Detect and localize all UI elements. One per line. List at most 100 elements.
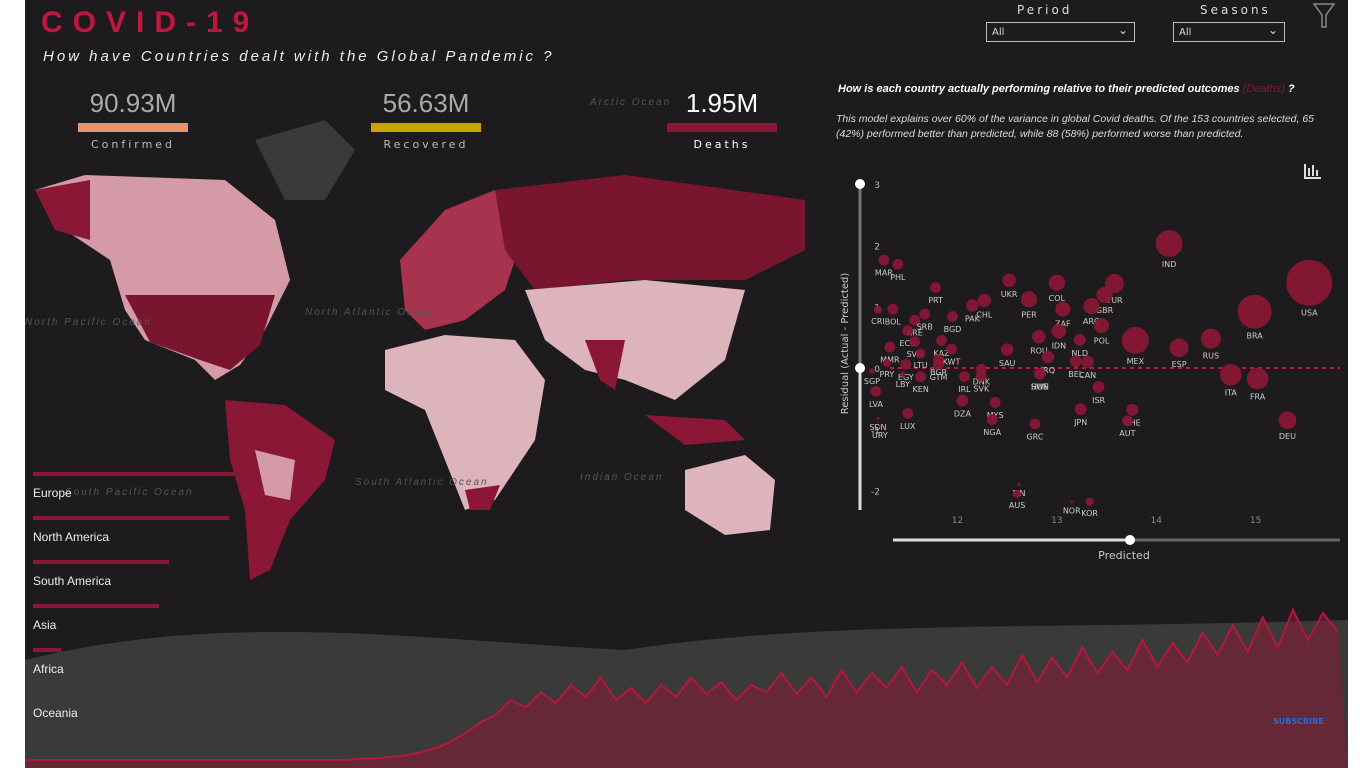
bubble-gtm[interactable] [933,358,944,370]
bubble-gbr[interactable] [1096,286,1113,304]
bubble-cri[interactable] [873,305,882,314]
bubble-nor[interactable] [1070,500,1074,504]
bubble-ecu[interactable] [902,325,914,337]
legend-item-europe[interactable]: Europe [33,472,246,500]
bubble-kaz[interactable] [936,335,947,346]
bubble-ukr[interactable] [1002,273,1016,288]
bubble-label: SAU [999,359,1016,368]
bubble-fra[interactable] [1246,367,1269,390]
funnel-icon[interactable] [1313,3,1335,29]
bubble-can[interactable] [1081,355,1094,369]
bubble-rus[interactable] [1200,328,1221,349]
bubble-nld[interactable] [1073,333,1086,346]
bubble-mys[interactable] [989,396,1001,408]
bubble-label: KEN [913,385,929,394]
bubble-kor[interactable] [1085,497,1094,506]
question-text: How is each country actually performing … [838,83,1240,95]
seasons-dropdown[interactable]: All ⌄ [1173,22,1285,42]
legend-item-africa[interactable]: Africa [33,648,64,676]
legend-label: Oceania [33,706,78,720]
bubble-grc[interactable] [1029,418,1041,430]
x-tick-label: 12 [952,516,963,526]
bubble-nga[interactable] [986,414,998,425]
bubble-svn[interactable] [909,336,921,348]
bubble-ltu[interactable] [915,348,926,359]
bubble-deu[interactable] [1278,411,1297,430]
bubble-zaf[interactable] [1055,301,1071,317]
bubble-che[interactable] [1126,403,1139,416]
bubble-lby[interactable] [900,371,906,377]
kpi-bar [667,123,777,132]
bubble-hun[interactable] [1035,369,1045,380]
bubble-ury[interactable] [878,424,882,428]
bubble-mar[interactable] [878,254,890,266]
bubble-prt[interactable] [930,282,941,294]
bubble-chl[interactable] [977,293,992,308]
period-dropdown[interactable]: All ⌄ [986,22,1135,42]
bubble-svk[interactable] [975,370,987,382]
bubble-rou[interactable] [1032,330,1046,344]
bubble-lux[interactable] [902,408,914,419]
timeline-area-chart: SUBSCRIBE [25,607,1348,768]
bubble-bgd[interactable] [947,311,958,322]
bubble-sgp[interactable] [869,368,875,374]
bubble-irq[interactable] [1041,350,1055,364]
bubble-bel[interactable] [1069,355,1082,368]
bubble-lva[interactable] [870,385,882,397]
bubble-phl[interactable] [892,258,904,270]
bubble-mex[interactable] [1121,326,1149,354]
bubble-label: AUT [1119,429,1135,438]
x-tick-label: 13 [1051,516,1062,526]
seasons-value: All [1179,27,1192,38]
bubble-dza[interactable] [956,394,969,407]
legend-item-oceania[interactable]: Oceania [33,692,78,720]
bubble-usa[interactable] [1286,259,1333,306]
bubble-idn[interactable] [1051,323,1067,339]
bubble-arg[interactable] [1083,297,1100,315]
bubble-ken[interactable] [915,371,927,383]
legend-label: Africa [33,662,64,676]
legend-item-north-america[interactable]: North America [33,516,229,544]
bubble-aus[interactable] [1013,489,1022,498]
bubble-sau[interactable] [1000,343,1014,356]
bubble-aut[interactable] [1122,415,1133,427]
bubble-srb[interactable] [919,308,931,320]
panel-question: How is each country actually performing … [838,83,1295,95]
bubble-esp[interactable] [1169,338,1189,358]
page-title: COVID-19 [41,6,260,39]
x-axis-label: Predicted [1098,549,1150,562]
period-value: All [992,27,1005,38]
world-map[interactable]: Arctic Ocean North Atlantic Ocean North … [25,80,815,590]
bubble-bol[interactable] [887,303,899,315]
legend-item-south-america[interactable]: South America [33,560,170,588]
x-tick-label: 15 [1250,516,1261,526]
residual-scatter-chart[interactable]: Residual (Actual - Predicted)-2-10123121… [820,170,1340,570]
period-label: Period [1017,3,1073,17]
bubble-irl[interactable] [959,371,970,383]
bubble-col[interactable] [1048,274,1065,291]
bubble-pol[interactable] [1094,318,1110,334]
y-slider-handle[interactable] [855,179,865,189]
bubble-ind[interactable] [1155,230,1183,258]
kpi-value: 56.63M [382,88,470,118]
y-tick-label: 2 [874,242,880,252]
bubble-kwt[interactable] [946,343,957,355]
bubble-pry[interactable] [882,359,891,368]
bubble-label: POL [1094,336,1110,345]
bubble-bra[interactable] [1237,294,1272,329]
map-label: North Pacific Ocean [25,317,152,328]
bubble-jpn[interactable] [1074,403,1087,416]
bubble-isr[interactable] [1092,381,1105,393]
bubble-egy[interactable] [900,358,912,370]
x-slider-handle[interactable] [1125,535,1135,545]
y-slider-handle[interactable] [855,363,865,374]
bubble-per[interactable] [1020,291,1038,308]
bubble-ita[interactable] [1219,363,1242,386]
bubble-label: BOL [885,318,902,327]
bubble-mmr[interactable] [884,341,896,353]
bubble-sdn[interactable] [876,416,880,420]
legend-item-asia[interactable]: Asia [33,604,159,632]
bubble-label: SRB [917,322,933,331]
legend-label: Europe [33,486,72,500]
bubble-fin[interactable] [1017,483,1021,487]
